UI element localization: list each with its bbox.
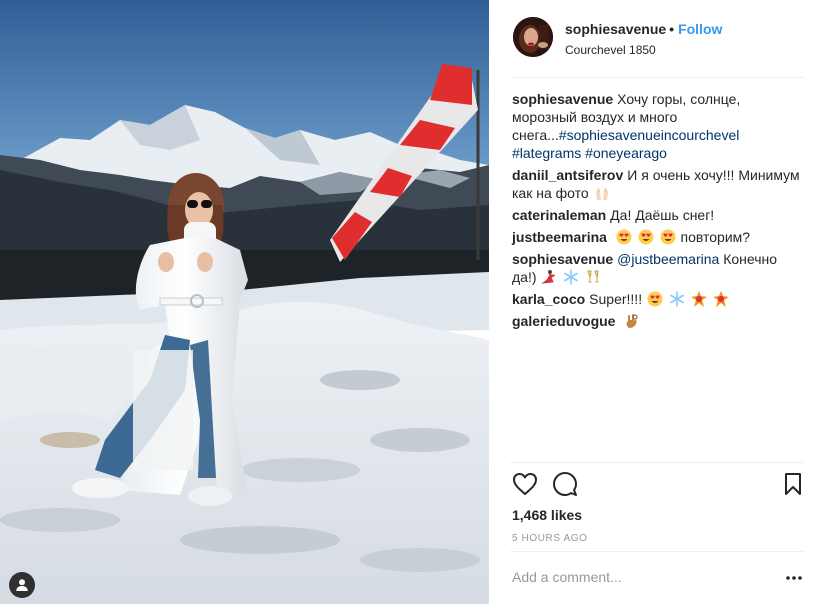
comment-username[interactable]: sophiesavenue — [512, 251, 613, 267]
comment-item: sophiesavenue Хочу горы, солнце, морозный… — [512, 90, 802, 162]
sparkle-icon — [712, 291, 729, 307]
comment-username[interactable]: karla_coco — [512, 291, 585, 307]
comment-username[interactable]: sophiesavenue — [512, 91, 613, 107]
heart-eyes-icon — [647, 291, 663, 307]
divider — [510, 77, 804, 78]
snowflake-icon — [670, 291, 684, 307]
hashtag-link[interactable]: #lategrams — [512, 145, 581, 161]
comment-text: повторим? — [680, 229, 751, 245]
post-location[interactable]: Courchevel 1850 — [565, 43, 656, 57]
user-tag-icon[interactable] — [9, 572, 35, 598]
sparkle-icon — [690, 291, 707, 307]
comment-list: sophiesavenue Хочу горы, солнце, морозный… — [512, 90, 802, 334]
comment-item: sophiesavenue @justbeemarina Конечно да!) — [512, 250, 802, 286]
photo-image — [0, 0, 489, 604]
comment-item: galerieduvogue — [512, 312, 802, 330]
dancer-icon — [541, 270, 556, 284]
comment-item: karla_coco Super!!!! — [512, 290, 802, 308]
comment-item: justbeemarina повторим? — [512, 228, 802, 246]
comment-item: daniil_antsiferov И я очень хочу!!! Миним… — [512, 166, 802, 202]
snowflake-icon — [564, 269, 579, 285]
hashtag-link[interactable]: #sophiesavenueincourchevel — [559, 127, 740, 143]
hashtag-link[interactable]: #oneyearago — [585, 145, 667, 161]
comment-text: Super!!!! — [589, 291, 643, 307]
comment-username[interactable]: caterinaleman — [512, 207, 606, 223]
ok-hand-icon — [626, 314, 638, 328]
separator-dot: • — [669, 21, 675, 37]
post-header: sophiesavenue • Follow Courchevel 1850 — [489, 0, 826, 77]
post-username[interactable]: sophiesavenue — [565, 21, 666, 37]
heart-eyes-icon — [616, 229, 632, 245]
divider — [510, 462, 804, 463]
heart-eyes-icon — [638, 229, 654, 245]
heart-outline-icon[interactable] — [511, 470, 539, 498]
heart-eyes-icon — [660, 229, 676, 245]
mention-link[interactable]: @justbeemarina — [617, 251, 719, 267]
avatar[interactable] — [513, 17, 553, 57]
comment-text: Да! Даёшь снег! — [610, 207, 715, 223]
divider — [510, 551, 804, 552]
action-bar — [489, 470, 826, 500]
bookmark-icon[interactable] — [779, 470, 807, 498]
comment-username[interactable]: daniil_antsiferov — [512, 167, 623, 183]
champagne-icon — [587, 270, 599, 283]
comment-username[interactable]: galerieduvogue — [512, 313, 615, 329]
comment-icon[interactable] — [551, 470, 579, 498]
post-side-panel: sophiesavenue • Follow Courchevel 1850 sop… — [489, 0, 826, 604]
follow-button[interactable]: Follow — [678, 21, 722, 37]
more-options-icon[interactable] — [784, 572, 804, 584]
comment-username[interactable]: justbeemarina — [512, 229, 607, 245]
post-photo[interactable] — [0, 0, 489, 604]
post-timestamp[interactable]: 5 HOURS AGO — [512, 533, 588, 544]
raised-hands-icon — [595, 187, 608, 200]
like-count[interactable]: 1,468 likes — [512, 507, 582, 523]
comment-item: caterinaleman Да! Даёшь снег! — [512, 206, 802, 224]
add-comment-input[interactable] — [512, 566, 772, 588]
